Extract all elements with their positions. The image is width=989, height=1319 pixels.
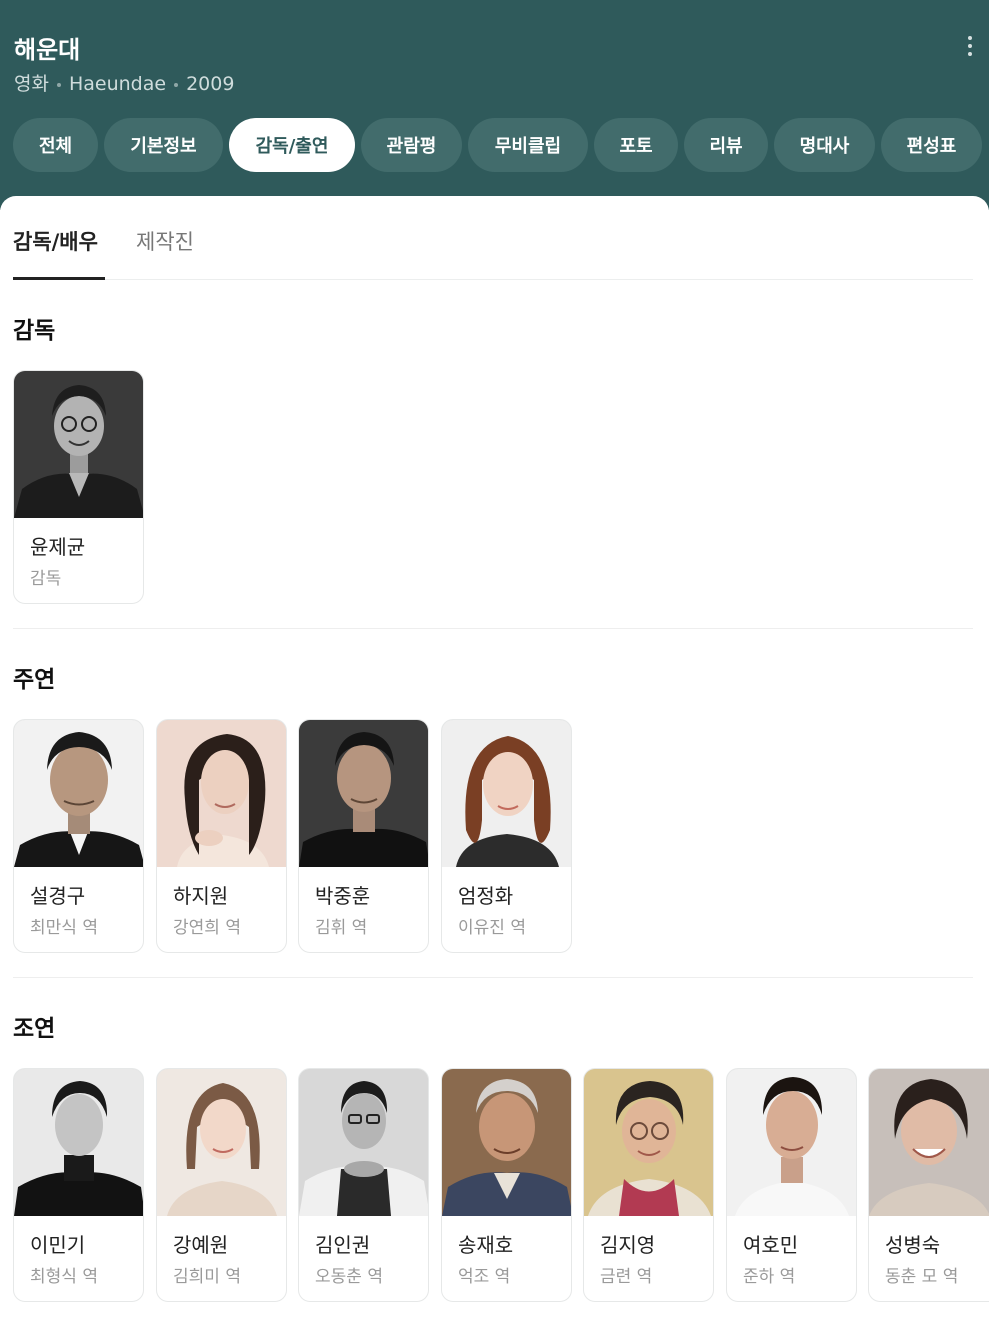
content-sheet: 감독/배우 제작진 감독 윤제균 감독 주연 설경구 최만식 역 하지원 강연희… [0,196,989,1319]
person-photo [14,1069,143,1216]
person-card[interactable]: 성병숙 동춘 모 역 [868,1068,989,1302]
person-card[interactable]: 김지영 금련 역 [583,1068,714,1302]
person-photo [14,720,143,867]
tab-photos[interactable]: 포토 [594,118,678,172]
person-name: 이민기 [30,1233,86,1257]
person-card[interactable]: 하지원 강연희 역 [156,719,287,953]
person-name: 엄정화 [458,884,514,908]
meta-type: 영화 [14,73,49,95]
person-photo [299,1069,428,1216]
person-role: 준하 역 [743,1267,796,1287]
movie-header: 해운대 영화 Haeundae 2009 전체 기본정보 감독/출연 관람평 무비클… [0,0,989,210]
tab-schedule[interactable]: 편성표 [881,118,982,172]
person-name: 강예원 [173,1233,229,1257]
person-card[interactable]: 엄정화 이유진 역 [441,719,572,953]
person-role: 최만식 역 [30,918,98,938]
tab-basic-info[interactable]: 기본정보 [104,118,223,172]
person-name: 윤제균 [30,535,86,559]
person-card[interactable]: 설경구 최만식 역 [13,719,144,953]
person-photo [299,720,428,867]
dot-separator [56,82,61,87]
person-card[interactable]: 이민기 최형식 역 [13,1068,144,1302]
dot-separator [174,82,179,87]
subtab-active-indicator [13,277,105,280]
person-card[interactable]: 강예원 김희미 역 [156,1068,287,1302]
person-role: 최형식 역 [30,1267,98,1287]
person-name: 하지원 [173,884,229,908]
person-name: 성병숙 [885,1233,941,1257]
person-card[interactable]: 윤제균 감독 [13,370,144,604]
person-photo [442,720,571,867]
movie-meta: 영화 Haeundae 2009 [14,69,234,96]
person-name: 송재호 [458,1233,514,1257]
tab-cast[interactable]: 감독/출연 [229,118,355,172]
person-name: 김지영 [600,1233,656,1257]
section-divider [13,628,973,629]
person-photo [14,371,143,518]
person-card[interactable]: 송재호 억조 역 [441,1068,572,1302]
person-role: 이유진 역 [458,918,526,938]
person-photo [442,1069,571,1216]
person-role: 감독 [30,569,62,589]
subtab-production-crew[interactable]: 제작진 [136,226,194,256]
tab-movie-clips[interactable]: 무비클립 [468,118,588,172]
meta-english-title: Haeundae [68,73,167,95]
person-role: 억조 역 [458,1267,511,1287]
section-divider [13,977,973,978]
sub-tab-bar: 감독/배우 제작진 [0,196,989,280]
person-role: 김희미 역 [173,1267,241,1287]
person-role: 금련 역 [600,1267,653,1287]
person-name: 박중훈 [315,884,371,908]
person-role: 강연희 역 [173,918,241,938]
subtab-divider [13,279,973,280]
person-name: 설경구 [30,884,86,908]
section-title-supporting: 조연 [13,1016,56,1042]
tab-reviews[interactable]: 관람평 [361,118,462,172]
subtab-director-actors[interactable]: 감독/배우 [13,226,98,256]
tab-bar: 전체 기본정보 감독/출연 관람평 무비클립 포토 리뷰 명대사 편성표 [0,118,989,172]
meta-year: 2009 [186,73,235,95]
more-vertical-icon[interactable] [960,30,980,62]
person-card[interactable]: 김인권 오동춘 역 [298,1068,429,1302]
movie-title: 해운대 [14,36,81,64]
person-card[interactable]: 여호민 준하 역 [726,1068,857,1302]
tab-all[interactable]: 전체 [13,118,98,172]
person-photo [584,1069,713,1216]
person-role: 오동춘 역 [315,1267,383,1287]
tab-review[interactable]: 리뷰 [684,118,768,172]
person-photo [157,1069,286,1216]
person-photo [869,1069,989,1216]
tab-quotes[interactable]: 명대사 [774,118,875,172]
person-name: 김인권 [315,1233,371,1257]
person-role: 김휘 역 [315,918,368,938]
person-name: 여호민 [743,1233,799,1257]
section-title-director: 감독 [13,318,56,344]
section-title-lead: 주연 [13,667,56,693]
person-role: 동춘 모 역 [885,1267,959,1287]
person-photo [157,720,286,867]
person-card[interactable]: 박중훈 김휘 역 [298,719,429,953]
person-photo [727,1069,856,1216]
